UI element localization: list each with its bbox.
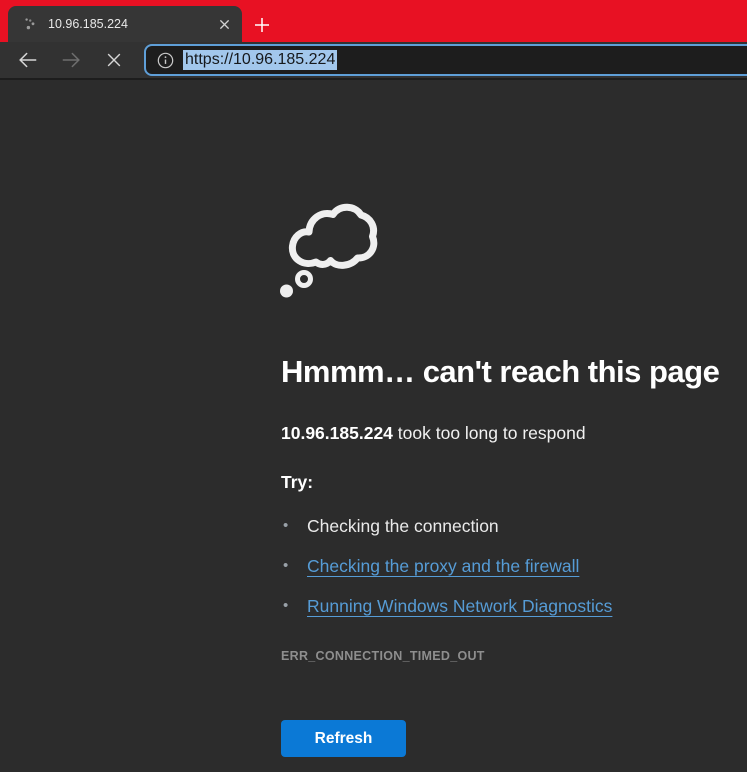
- browser-toolbar: https://10.96.185.224: [0, 42, 747, 80]
- tab-title: 10.96.185.224: [48, 17, 214, 31]
- loading-spinner-icon: [22, 16, 38, 32]
- forward-button[interactable]: [56, 45, 86, 75]
- error-title: Hmmm… can't reach this page: [281, 354, 719, 390]
- new-tab-button[interactable]: [250, 13, 274, 37]
- browser-tab[interactable]: 10.96.185.224: [8, 6, 242, 42]
- arrow-right-icon: [60, 49, 82, 71]
- error-code: ERR_CONNECTION_TIMED_OUT: [281, 649, 485, 663]
- stop-button[interactable]: [99, 45, 129, 75]
- stop-x-icon: [104, 50, 124, 70]
- error-host: 10.96.185.224: [281, 423, 393, 443]
- browser-window: 10.96.185.224: [0, 0, 747, 772]
- back-button[interactable]: [13, 45, 43, 75]
- close-icon: [219, 19, 230, 30]
- address-bar[interactable]: https://10.96.185.224: [144, 44, 747, 76]
- suggestion-item: Checking the connection: [281, 514, 612, 538]
- error-page: Hmmm… can't reach this page 10.96.185.22…: [0, 82, 747, 772]
- tab-close-button[interactable]: [214, 14, 234, 34]
- thought-cloud-icon: [276, 194, 380, 298]
- url-input-selected-text[interactable]: https://10.96.185.224: [183, 50, 337, 70]
- site-info-button[interactable]: [157, 52, 174, 69]
- info-icon: [157, 52, 174, 69]
- refresh-button[interactable]: Refresh: [281, 720, 406, 757]
- suggestion-list: Checking the connection Checking the pro…: [281, 514, 612, 634]
- plus-icon: [253, 16, 271, 34]
- suggestion-link-proxy-firewall[interactable]: Checking the proxy and the firewall: [281, 554, 612, 578]
- try-label: Try:: [281, 472, 313, 493]
- error-subtitle: 10.96.185.224 took too long to respond: [281, 423, 586, 444]
- tab-strip: 10.96.185.224: [0, 0, 747, 42]
- suggestion-link-network-diagnostics[interactable]: Running Windows Network Diagnostics: [281, 594, 612, 618]
- arrow-left-icon: [17, 49, 39, 71]
- error-subtitle-text: took too long to respond: [393, 423, 586, 443]
